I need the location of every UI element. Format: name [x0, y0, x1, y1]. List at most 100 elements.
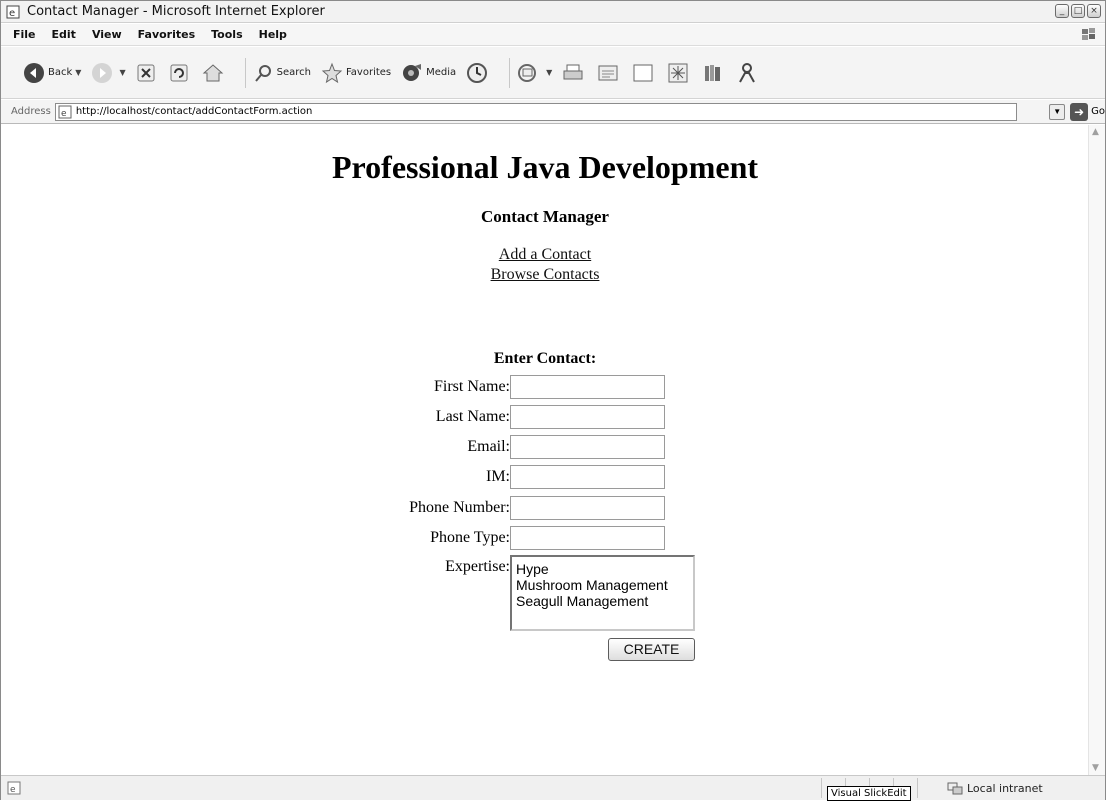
minimize-button[interactable]: _	[1055, 4, 1069, 18]
menu-tools[interactable]: Tools	[211, 28, 242, 41]
first-name-label: First Name:	[434, 378, 510, 395]
tooltip: Visual SlickEdit	[827, 786, 911, 801]
form-heading: Enter Contact:	[493, 350, 597, 367]
address-label: Address	[11, 106, 51, 117]
svg-text:e: e	[10, 785, 16, 795]
toolbar-separator	[509, 57, 511, 88]
phone-number-row: Phone Number:	[1, 496, 1089, 522]
history-button[interactable]	[466, 62, 491, 84]
windows-logo-icon	[1081, 27, 1097, 43]
zone-label: Local intranet	[967, 781, 1043, 795]
mail-dropdown-icon[interactable]: ▼	[546, 68, 552, 77]
status-pane	[917, 778, 941, 798]
close-button[interactable]: ×	[1087, 4, 1101, 18]
home-button[interactable]	[202, 63, 227, 83]
scroll-down-icon[interactable]: ▼	[1092, 763, 1099, 773]
address-bar: Address e http://localhost/contact/addCo…	[1, 100, 1105, 124]
toolbar: Back ▼ ▼ Search Favorites Media ▼	[1, 47, 1105, 99]
status-bar: e Visual SlickEdit Local intranet	[1, 775, 1105, 801]
expertise-label: Expertise:	[445, 558, 510, 575]
maximize-button[interactable]: □	[1071, 4, 1085, 18]
site-title: Professional Java Development	[331, 149, 759, 185]
window-title: Contact Manager - Microsoft Internet Exp…	[27, 4, 325, 19]
expertise-option-seagull[interactable]: Seagull Management	[516, 593, 689, 609]
im-label: IM:	[486, 468, 510, 485]
page-content: Professional Java Development Contact Ma…	[1, 125, 1089, 775]
library-icon	[705, 64, 721, 81]
address-dropdown-icon[interactable]: ▼	[1049, 103, 1066, 120]
phone-type-label: Phone Type:	[430, 529, 510, 546]
stop-button[interactable]	[136, 63, 159, 83]
forward-button[interactable]: ▼	[91, 62, 126, 84]
discuss-button[interactable]	[632, 63, 657, 83]
expertise-listbox[interactable]: Hype Mushroom Management Seagull Managem…	[510, 555, 695, 631]
app-title: Contact Manager	[481, 207, 609, 226]
address-input[interactable]: e http://localhost/contact/addContactFor…	[54, 102, 1018, 121]
vertical-scrollbar[interactable]: ▲ ▼	[1088, 125, 1105, 775]
menu-favorites[interactable]: Favorites	[138, 28, 195, 41]
research-button[interactable]	[667, 62, 692, 84]
email-field[interactable]	[510, 435, 665, 459]
svg-text:e: e	[61, 109, 67, 119]
create-button[interactable]: CREATE	[608, 638, 695, 661]
menu-help[interactable]: Help	[259, 28, 287, 41]
search-icon	[254, 64, 271, 82]
browse-contacts-link[interactable]: Browse Contacts	[1, 265, 1089, 285]
expertise-row: Expertise: Hype Mushroom Management Seag…	[1, 555, 1089, 635]
security-zone: Local intranet	[947, 781, 1043, 795]
stop-icon	[137, 64, 155, 81]
scroll-up-icon[interactable]: ▲	[1092, 127, 1099, 137]
intranet-icon	[947, 782, 963, 795]
mail-button[interactable]: ▼	[518, 63, 552, 83]
toolbar-separator	[244, 57, 246, 88]
star-icon	[321, 62, 343, 83]
phone-number-field[interactable]	[510, 496, 665, 520]
phone-type-field[interactable]	[510, 526, 665, 550]
last-name-label: Last Name:	[435, 408, 510, 425]
last-name-field[interactable]	[510, 405, 665, 429]
search-label: Search	[276, 67, 311, 78]
favorites-button[interactable]: Favorites	[321, 62, 391, 84]
expertise-option-mushroom[interactable]: Mushroom Management	[516, 577, 689, 593]
go-button[interactable]: ➜ Go	[1070, 102, 1105, 121]
media-icon	[403, 63, 422, 81]
svg-text:e: e	[9, 8, 15, 19]
menu-bar: File Edit View Favorites Tools Help	[1, 24, 1105, 46]
research-icon	[668, 63, 688, 82]
print-button[interactable]	[562, 63, 587, 83]
menu-view[interactable]: View	[92, 28, 122, 41]
print-icon	[563, 64, 583, 79]
expertise-option-hype[interactable]: Hype	[516, 561, 689, 577]
first-name-field[interactable]	[510, 375, 665, 399]
back-button[interactable]: Back ▼	[23, 62, 81, 84]
messenger-button[interactable]	[737, 62, 760, 84]
menu-file[interactable]: File	[13, 28, 36, 41]
email-row: Email:	[1, 435, 1089, 461]
edit-button[interactable]	[597, 63, 622, 83]
address-url: http://localhost/contact/addContactForm.…	[75, 106, 313, 117]
first-name-row: First Name:	[1, 375, 1089, 401]
history-icon	[467, 62, 488, 83]
back-label: Back	[48, 67, 73, 78]
discuss-icon	[633, 64, 653, 81]
ie-icon: e	[5, 4, 21, 20]
library-button[interactable]	[702, 62, 727, 84]
refresh-button[interactable]	[169, 63, 192, 83]
menu-edit[interactable]: Edit	[52, 28, 76, 41]
add-contact-link[interactable]: Add a Contact	[1, 245, 1089, 265]
back-dropdown-icon[interactable]: ▼	[75, 68, 81, 77]
window-controls: _ □ ×	[1055, 4, 1101, 18]
phone-type-row: Phone Type:	[1, 526, 1089, 552]
search-button[interactable]: Search	[254, 63, 311, 83]
page-icon: e	[58, 105, 72, 119]
home-icon	[202, 63, 223, 81]
forward-dropdown-icon[interactable]: ▼	[119, 68, 125, 77]
favorites-label: Favorites	[345, 67, 392, 78]
email-label: Email:	[467, 438, 510, 455]
go-arrow-icon: ➜	[1070, 102, 1089, 121]
media-button[interactable]: Media	[401, 62, 456, 84]
im-row: IM:	[1, 465, 1089, 491]
messenger-icon	[739, 62, 756, 82]
forward-arrow-icon	[92, 62, 113, 83]
im-field[interactable]	[510, 465, 665, 489]
